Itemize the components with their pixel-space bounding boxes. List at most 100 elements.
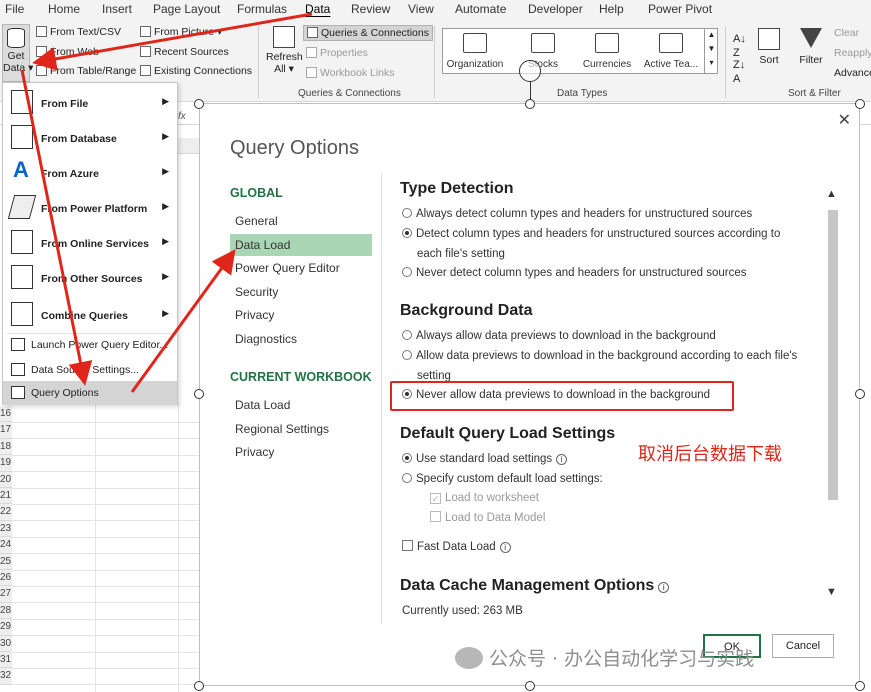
resize-handle[interactable] [194,389,204,399]
row-header[interactable]: 18 [0,438,12,456]
nav-workbook-regional-settings[interactable]: Regional Settings [230,418,372,440]
data-type-organization[interactable]: Organization [443,33,507,70]
nav-global-privacy[interactable]: Privacy [230,304,372,326]
sort-za-button[interactable]: Z↓ A [733,58,745,86]
recent-sources-button[interactable]: Recent Sources [140,46,229,58]
scroll-thumb[interactable] [828,210,838,500]
resize-handle[interactable] [194,681,204,691]
menu-combine-queries[interactable]: Combine Queries ▶ [3,297,177,331]
menu-data-source-settings[interactable]: Data Source Settings... [3,358,177,382]
row-header[interactable]: 25 [0,553,12,570]
rotate-handle-icon[interactable] [519,60,541,82]
radio-button[interactable] [402,267,412,277]
data-type-currencies[interactable]: Currencies [575,33,639,70]
default-load-custom[interactable]: Specify custom default load settings: [402,470,802,490]
row-header[interactable]: 21 [0,488,12,505]
close-icon[interactable]: ✕ [838,110,851,130]
radio-button[interactable] [402,473,412,483]
info-icon[interactable]: i [499,542,511,553]
from-picture-button[interactable]: From Picture ▾ [140,26,222,38]
tab-file[interactable]: File [5,2,24,16]
from-table-range-button[interactable]: From Table/Range [36,65,136,77]
scrollbar[interactable]: ▲ ▼ [825,174,839,614]
nav-global-general[interactable]: General [230,210,372,232]
tab-insert[interactable]: Insert [102,2,132,16]
tab-developer[interactable]: Developer [528,2,583,16]
tab-automate[interactable]: Automate [455,2,506,16]
menu-from-file[interactable]: From File ▶ [3,85,177,119]
nav-global-security[interactable]: Security [230,281,372,303]
clear-button[interactable]: Clear [834,27,859,39]
row-header[interactable]: 31 [0,652,12,669]
existing-connections-button[interactable]: Existing Connections [140,65,252,77]
nav-workbook-privacy[interactable]: Privacy [230,441,372,463]
from-text-csv-button[interactable]: From Text/CSV [36,26,121,38]
queries-connections-button[interactable]: Queries & Connections [303,25,433,41]
row-header[interactable]: 29 [0,619,12,636]
row-header[interactable]: 22 [0,504,12,521]
row-header[interactable]: 32 [0,668,12,685]
menu-from-other-sources[interactable]: From Other Sources ▶ [3,260,177,294]
refresh-all-button[interactable]: Refresh All ▾ [266,26,303,75]
tab-formulas[interactable]: Formulas [237,2,287,16]
tab-help[interactable]: Help [599,2,624,16]
scroll-down-icon[interactable]: ▼ [826,586,837,598]
nav-global-data-load[interactable]: Data Load [230,234,372,256]
checkbox[interactable] [430,511,441,522]
tab-review[interactable]: Review [351,2,390,16]
reapply-button[interactable]: Reapply [834,47,871,59]
info-icon[interactable]: i [658,582,670,593]
tab-data[interactable]: Data [305,2,330,16]
menu-from-database[interactable]: From Database ▶ [3,120,177,154]
radio-button-selected[interactable] [402,453,412,463]
row-header[interactable]: 27 [0,586,12,603]
type-detection-never[interactable]: Never detect column types and headers fo… [402,264,802,284]
nav-workbook-data-load[interactable]: Data Load [230,394,372,416]
gallery-scroll[interactable]: ▲ ▼ ▾ [704,28,718,74]
load-to-data-model-checkbox[interactable]: Load to Data Model [430,509,830,529]
filter-button[interactable]: Filter [798,28,824,66]
checkbox-checked[interactable]: ✓ [430,493,441,504]
scroll-up-icon[interactable]: ▲ [826,188,837,200]
row-header[interactable]: 19 [0,455,12,472]
type-detection-always[interactable]: Always detect column types and headers f… [402,205,802,225]
row-header[interactable]: 28 [0,602,12,620]
menu-query-options[interactable]: Query Options [3,381,177,405]
properties-button[interactable]: Properties [306,47,368,59]
row-header[interactable]: 16 [0,406,12,423]
workbook-links-button[interactable]: Workbook Links [306,67,395,79]
menu-from-power-platform[interactable]: From Power Platform ▶ [3,190,177,224]
row-header[interactable]: 26 [0,570,12,587]
tab-page-layout[interactable]: Page Layout [153,2,220,16]
sort-button[interactable]: Sort [756,28,782,66]
fast-data-load-checkbox[interactable]: Fast Data Load i [402,538,802,558]
nav-global-diagnostics[interactable]: Diagnostics [230,328,372,350]
cancel-button[interactable]: Cancel [772,634,834,658]
from-web-button[interactable]: From Web [36,46,99,58]
menu-from-online-services[interactable]: From Online Services ▶ [3,225,177,259]
background-always[interactable]: Always allow data previews to download i… [402,327,802,347]
row-header[interactable]: 23 [0,520,12,538]
tab-home[interactable]: Home [48,2,80,16]
radio-button[interactable] [402,350,412,360]
checkbox[interactable] [402,540,413,551]
menu-launch-power-query-editor[interactable]: Launch Power Query Editor... [3,333,177,357]
advanced-button[interactable]: Advanced [834,67,871,79]
menu-from-azure[interactable]: A From Azure ▶ [3,155,177,189]
row-header[interactable]: 20 [0,471,12,488]
nav-global-power-query-editor[interactable]: Power Query Editor [230,257,372,279]
tab-power-pivot[interactable]: Power Pivot [648,2,712,16]
radio-button-selected[interactable] [402,228,412,238]
get-data-button[interactable]: Get Data ▾ [2,24,33,82]
row-header[interactable]: 17 [0,422,12,439]
resize-handle[interactable] [855,99,865,109]
info-icon[interactable]: i [556,454,568,465]
resize-handle[interactable] [525,99,535,109]
resize-handle[interactable] [194,99,204,109]
load-to-worksheet-checkbox[interactable]: ✓ Load to worksheet [430,489,830,509]
resize-handle[interactable] [855,681,865,691]
row-header[interactable]: 30 [0,635,12,652]
resize-handle[interactable] [525,681,535,691]
type-detection-per-file[interactable]: Detect column types and headers for unst… [402,225,802,264]
radio-button[interactable] [402,330,412,340]
